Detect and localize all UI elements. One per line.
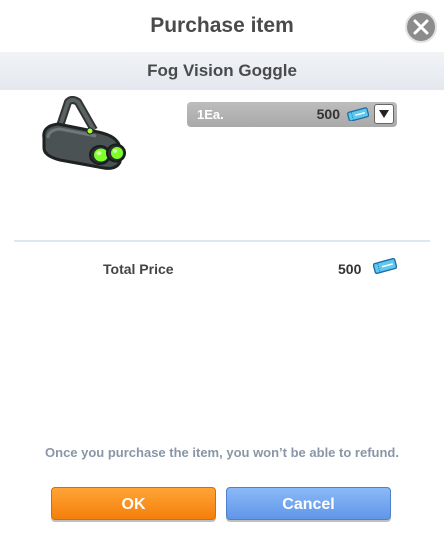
quantity-price: 500 bbox=[316, 106, 340, 122]
close-icon bbox=[413, 19, 429, 35]
refund-notice: Once you purchase the item, you won’t be… bbox=[45, 445, 399, 460]
divider bbox=[14, 240, 430, 242]
fog-vision-goggle-icon bbox=[42, 96, 126, 170]
item-name: Fog Vision Goggle bbox=[0, 52, 444, 90]
cancel-button[interactable]: Cancel bbox=[226, 487, 391, 520]
chevron-down-icon bbox=[379, 110, 389, 118]
total-price-value: 500 bbox=[338, 261, 362, 277]
ticket-icon bbox=[373, 258, 397, 274]
quantity-select[interactable]: 1Ea. 500 bbox=[187, 102, 397, 127]
total-price-label: Total Price bbox=[103, 261, 174, 277]
ticket-icon bbox=[347, 107, 369, 121]
dropdown-button[interactable] bbox=[374, 104, 394, 124]
close-button[interactable] bbox=[405, 11, 437, 43]
quantity-label: 1Ea. bbox=[197, 107, 224, 122]
purchase-dialog: Purchase item Fog Vision Goggle 1Ea. 500 bbox=[0, 0, 444, 533]
dialog-title: Purchase item bbox=[150, 14, 294, 37]
ok-button[interactable]: OK bbox=[51, 487, 216, 520]
